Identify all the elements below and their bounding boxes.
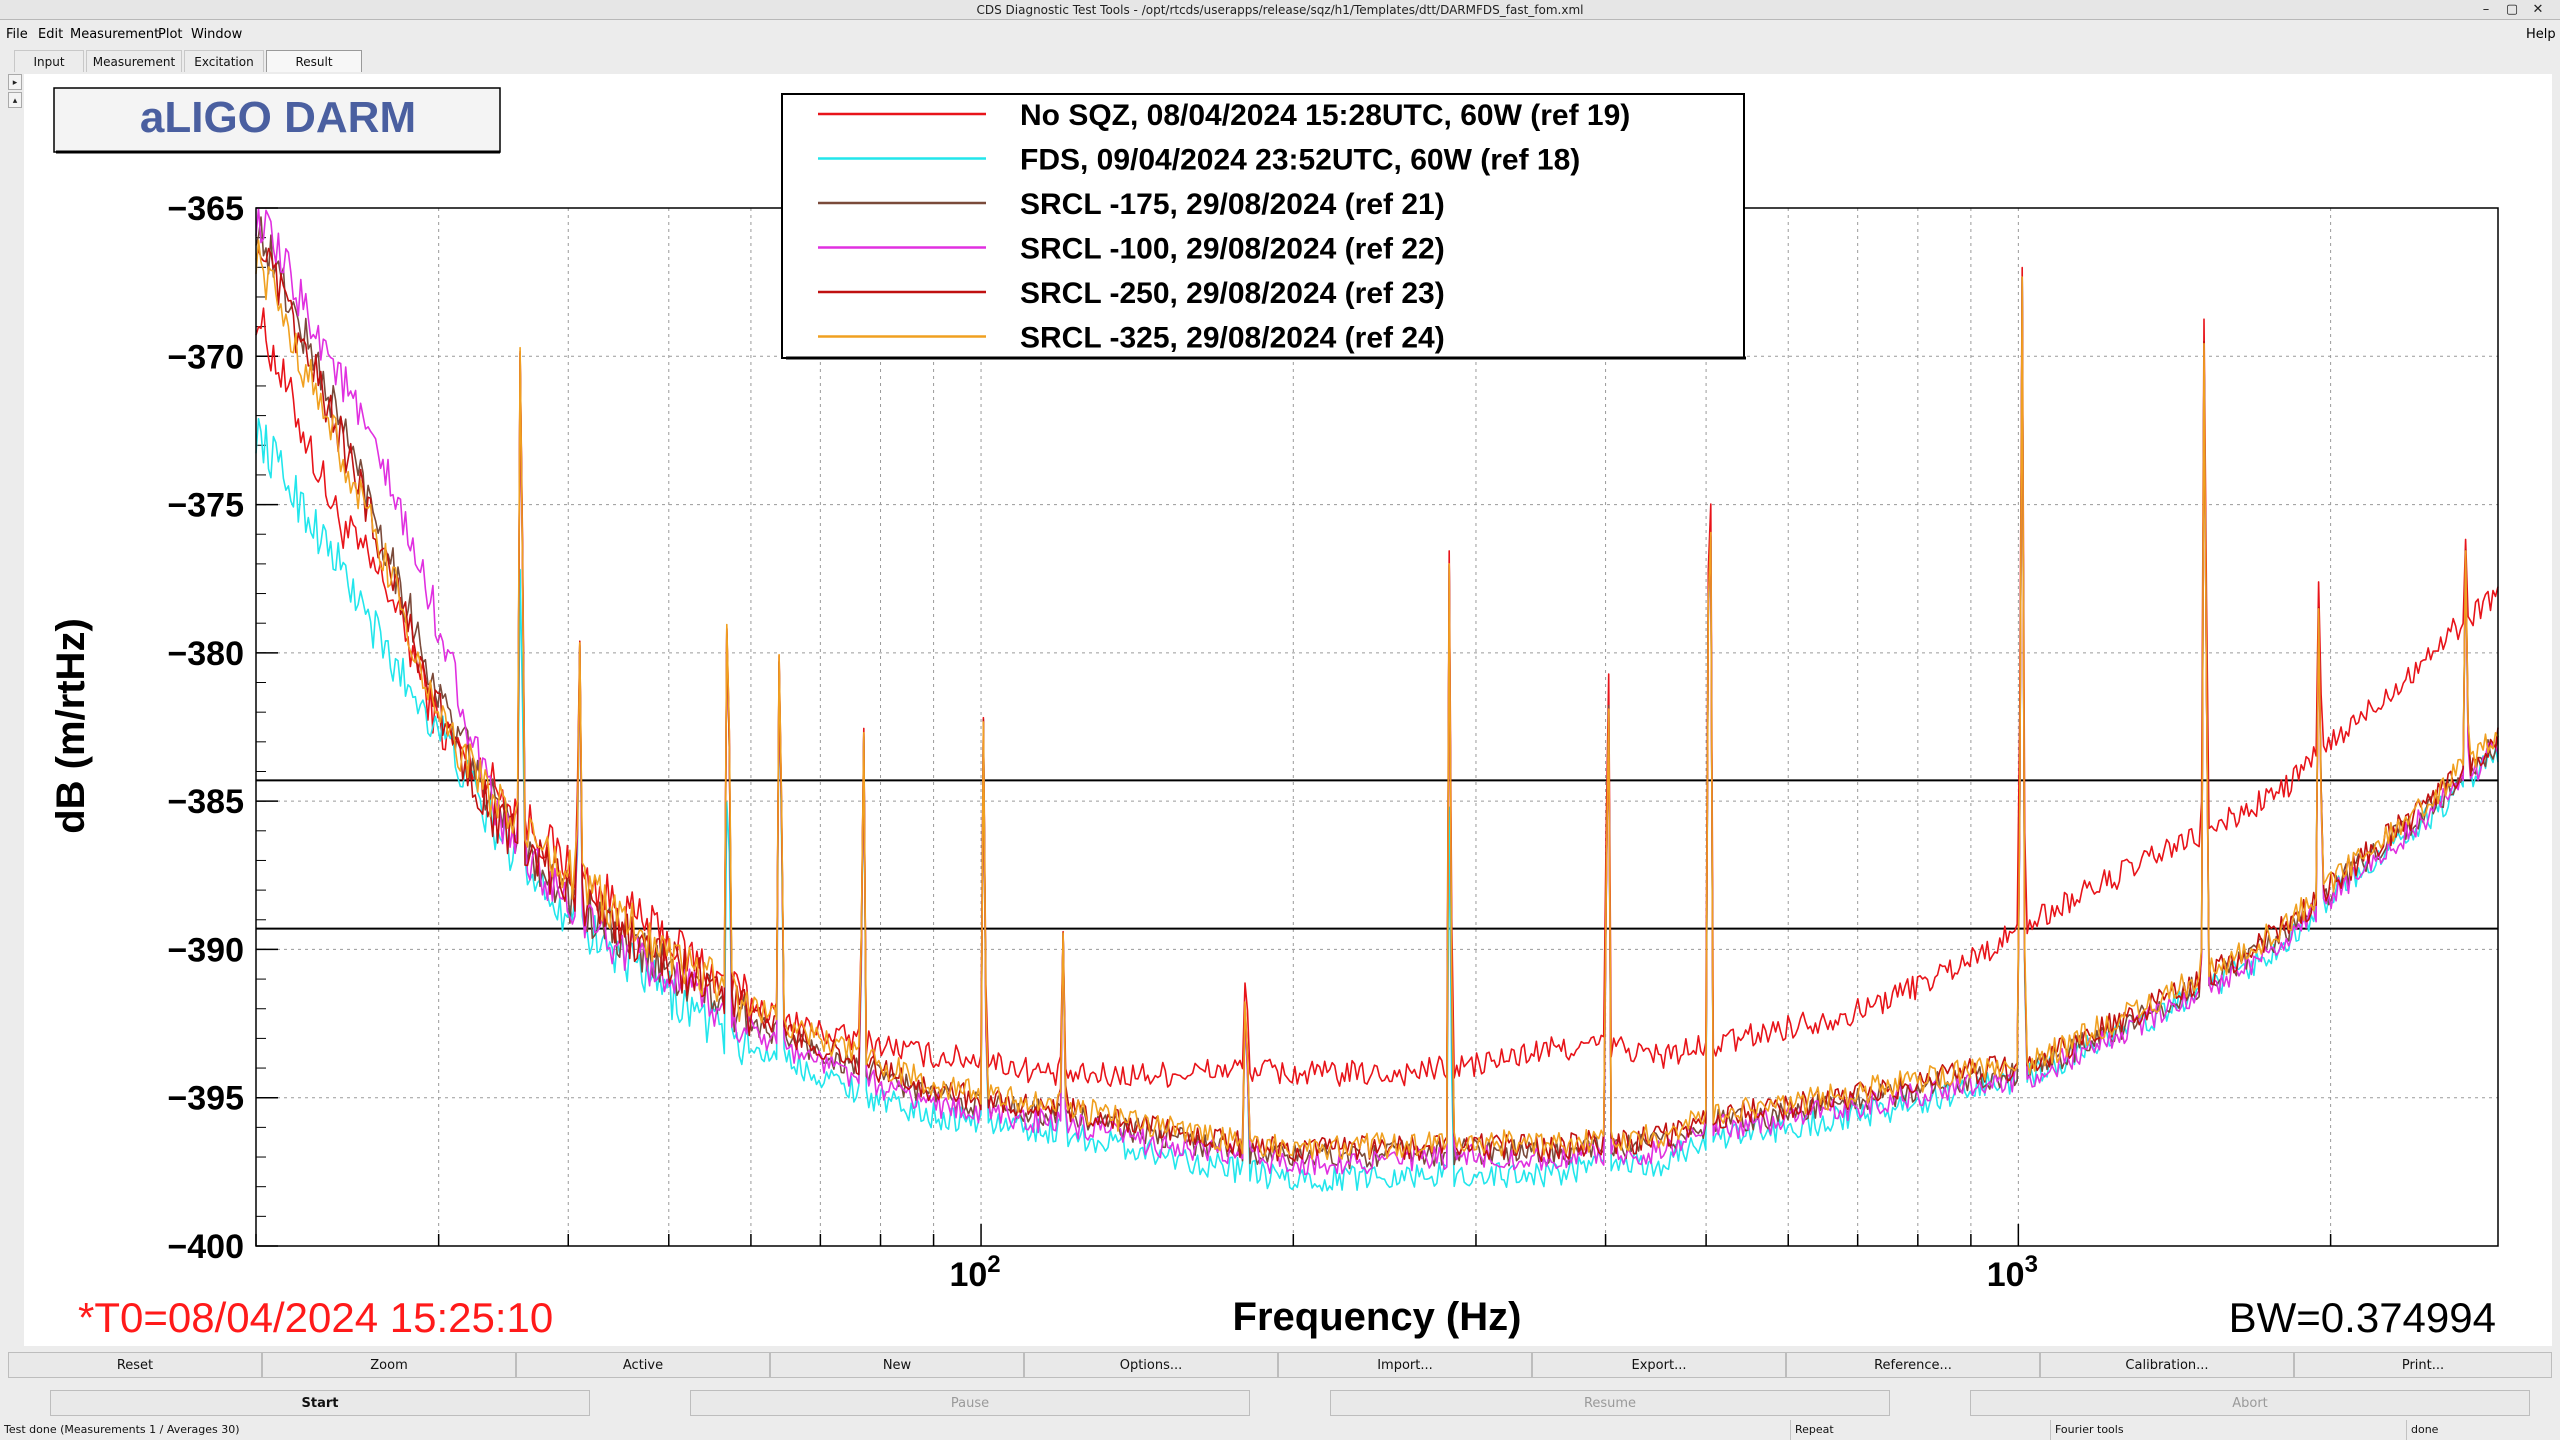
y-tick-label: −370 — [167, 338, 244, 376]
x-tick-label: 102 — [949, 1251, 1000, 1294]
calibration-button[interactable]: Calibration... — [2040, 1352, 2294, 1378]
control-button-row: Start Pause Resume Abort — [8, 1390, 2552, 1416]
plot-frame — [255, 207, 2499, 1247]
no-sqz-series — [255, 266, 2499, 1088]
status-tools: Fourier tools — [2050, 1420, 2406, 1440]
menu-window[interactable]: Window — [191, 22, 242, 48]
tab-measurement[interactable]: Measurement — [86, 50, 182, 72]
minimize-icon[interactable]: – — [2476, 0, 2496, 20]
legend-entry: SRCL -250, 29/08/2024 (ref 23) — [1020, 277, 1445, 310]
srcl-175-series — [255, 216, 2499, 1170]
menu-edit[interactable]: Edit — [38, 22, 63, 48]
y-tick-label: −365 — [167, 190, 244, 228]
legend-entry: No SQZ, 08/04/2024 15:28UTC, 60W (ref 19… — [1020, 99, 1630, 132]
export-button[interactable]: Export... — [1532, 1352, 1786, 1378]
t0-annotation: *T0=08/04/2024 15:25:10 — [78, 1294, 553, 1341]
legend-entry: SRCL -175, 29/08/2024 (ref 21) — [1020, 188, 1445, 221]
menu-measurement[interactable]: Measurement — [70, 22, 159, 48]
title-bar: CDS Diagnostic Test Tools - /opt/rtcds/u… — [0, 0, 2560, 20]
legend-entry: SRCL -100, 29/08/2024 (ref 22) — [1020, 233, 1445, 266]
pad-selector: ▸ ▴ — [8, 74, 22, 110]
y-tick-label: −385 — [167, 783, 244, 821]
tab-result[interactable]: Result — [266, 50, 362, 72]
status-bar: Test done (Measurements 1 / Averages 30)… — [0, 1420, 2560, 1440]
plot-title: aLIGO DARM — [140, 93, 416, 142]
plot-pane[interactable]: −365 −370 −375 −380 −385 −390 −395 −400 102 103 aL… — [24, 74, 2552, 1346]
status-repeat: Repeat — [1790, 1420, 2050, 1440]
maximize-icon[interactable]: ▢ — [2502, 0, 2522, 20]
y-tick-label: −395 — [167, 1080, 244, 1118]
menu-bar: File Edit Measurement Plot Window Help — [0, 22, 2560, 48]
tab-bar: Input Measurement Excitation Result — [0, 50, 2560, 72]
darm-chart[interactable]: −365 −370 −375 −380 −385 −390 −395 −400 102 103 aL… — [24, 74, 2552, 1346]
zoom-button[interactable]: Zoom — [262, 1352, 516, 1378]
reference-button[interactable]: Reference... — [1786, 1352, 2040, 1378]
bw-annotation: BW=0.374994 — [2229, 1294, 2496, 1341]
active-button[interactable]: Active — [516, 1352, 770, 1378]
y-tick-label: −400 — [167, 1228, 244, 1266]
plot-button-row: Reset Zoom Active New Options... Import.… — [8, 1352, 2552, 1378]
window-title: CDS Diagnostic Test Tools - /opt/rtcds/u… — [976, 3, 1584, 17]
y-tick-label: −390 — [167, 931, 244, 969]
resume-button[interactable]: Resume — [1330, 1390, 1890, 1416]
tab-excitation[interactable]: Excitation — [184, 50, 264, 72]
y-tick-label: −380 — [167, 635, 244, 673]
status-text: Test done (Measurements 1 / Averages 30) — [4, 1423, 240, 1436]
menu-file[interactable]: File — [6, 22, 28, 48]
legend-box — [781, 93, 1745, 359]
x-tick-label: 103 — [1987, 1251, 2038, 1294]
options-button[interactable]: Options... — [1024, 1352, 1278, 1378]
arrow-up-icon[interactable]: ▴ — [8, 92, 22, 108]
close-icon[interactable]: ✕ — [2528, 0, 2548, 20]
fds-series — [255, 276, 2499, 1192]
x-axis-label: Frequency (Hz) — [1233, 1295, 1522, 1339]
srcl-250-series — [255, 247, 2499, 1162]
legend-entry: FDS, 09/04/2024 23:52UTC, 60W (ref 18) — [1020, 144, 1580, 177]
new-button[interactable]: New — [770, 1352, 1024, 1378]
print-button[interactable]: Print... — [2294, 1352, 2552, 1378]
pause-button[interactable]: Pause — [690, 1390, 1250, 1416]
y-axis-label: dB (m/rtHz) — [49, 618, 93, 834]
menu-help[interactable]: Help — [2526, 22, 2556, 48]
y-tick-label: −375 — [167, 487, 244, 525]
arrow-right-icon[interactable]: ▸ — [8, 74, 22, 90]
status-done: done — [2406, 1420, 2560, 1440]
menu-plot[interactable]: Plot — [158, 22, 183, 48]
reset-button[interactable]: Reset — [8, 1352, 262, 1378]
app-window: CDS Diagnostic Test Tools - /opt/rtcds/u… — [0, 0, 2560, 1440]
start-button[interactable]: Start — [50, 1390, 590, 1416]
tab-input[interactable]: Input — [14, 50, 84, 72]
legend-entry: SRCL -325, 29/08/2024 (ref 24) — [1020, 322, 1445, 355]
abort-button[interactable]: Abort — [1970, 1390, 2530, 1416]
import-button[interactable]: Import... — [1278, 1352, 1532, 1378]
